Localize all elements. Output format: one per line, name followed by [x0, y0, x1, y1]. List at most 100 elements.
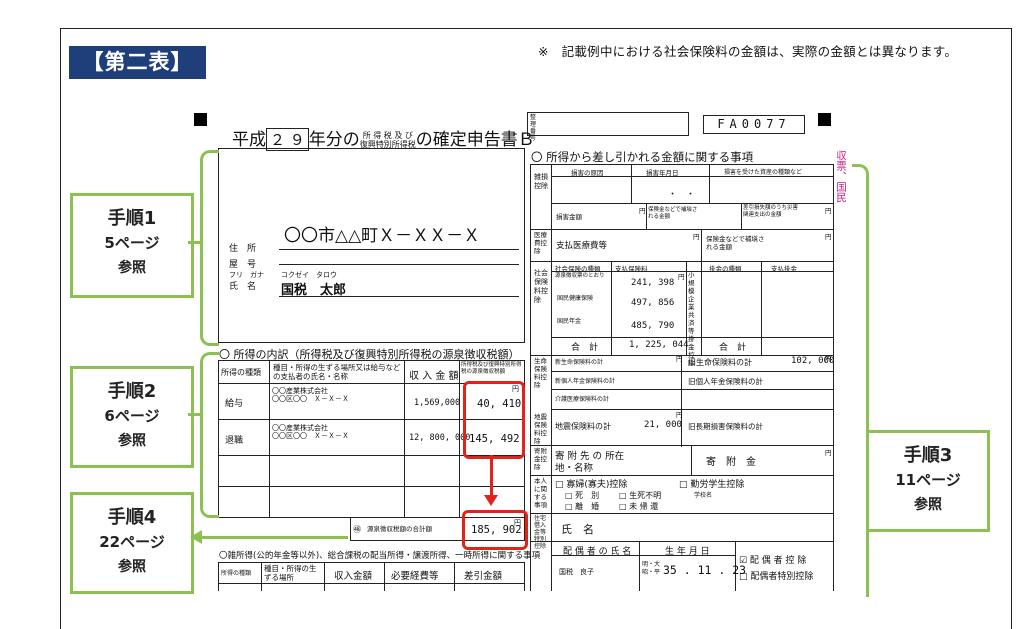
form-code: FA0077	[703, 115, 805, 134]
trade-name-label: 屋 号	[229, 260, 257, 270]
step3-bracket	[852, 164, 869, 597]
seimei-unit-2: 円	[825, 355, 832, 363]
zasson-hoken-label: 保険金などで補塡される金額	[648, 207, 698, 220]
step4-page: 22ページ	[99, 533, 165, 551]
row2-income: 12, 800, 000	[409, 433, 471, 443]
corner-marker	[194, 113, 207, 126]
shokibo-label: 小規模企業共済等掛金控除	[688, 271, 695, 367]
kafu-checkbox: □ 寡婦(寡夫)控除	[555, 480, 628, 490]
col-header-payer: 種目・所得の生ずる場所又は給与などの支払者の氏名・名称	[273, 363, 401, 381]
zasson-label: 雑損控除	[534, 173, 548, 190]
zasson-sashihiki-label: 差引損失額のうち災害関連支出の金額	[743, 205, 799, 218]
kaigo-label: 介護医療保険料の計	[555, 396, 610, 403]
section-badge: 【第二表】	[69, 46, 206, 79]
kyu-choki-label: 旧長期損害保険料の計	[688, 422, 763, 431]
jishin-unit: 円	[676, 411, 683, 419]
step4-arrow-line	[200, 536, 348, 539]
address-section: 〇〇市△△町Ｘ－ＸＸ－Ｘ 住 所 屋 号 フリ ガナ 氏 名 コクゼイ タロウ …	[218, 148, 525, 343]
step1-bracket	[200, 150, 219, 346]
kyu-kojin-label: 旧個人年金保険料の計	[688, 377, 763, 386]
col-header-type: 所得の種類	[221, 368, 261, 377]
haigusha-kojo-checkbox: ☑ 配 偶 者 控 除	[739, 556, 807, 566]
shakai-row3-kind: 国民年金	[557, 318, 582, 325]
row2-place: 〇〇区〇〇 Ｘ－Ｘ－Ｘ	[272, 432, 349, 440]
misc-col-income: 収入金額	[334, 571, 373, 582]
jutaku-section-label: 住宅借入金等特別控除	[534, 515, 547, 550]
kifukin-label: 寄 附 金	[706, 457, 756, 468]
management-number-box: 整理番号	[527, 112, 689, 142]
disclaimer-note: ※ 記載例中における社会保険料の金額は、実際の金額とは異なります。	[538, 44, 958, 59]
haigusha-birth: 35 . 11 . 23	[663, 563, 747, 577]
step2-bracket	[200, 352, 219, 518]
shakai-total-label: 合 計	[571, 343, 599, 353]
col-header-income: 収 入 金 額	[409, 371, 459, 382]
shakai-label: 社会保険料控除	[534, 269, 548, 304]
misc-col-place: 種目・所得の生ずる場所	[264, 564, 317, 582]
col-header-tax: 所得税及び復興特別所得税の源泉徴収税額	[461, 362, 522, 375]
red-arrow-line	[490, 455, 493, 497]
shakai-row2-amount: 497, 856	[631, 298, 675, 308]
side-vertical-text: 第二表（平成二十九年分以降用）〇第二表は、第一表と一緒に提出してください。〇源泉…	[835, 150, 847, 203]
name-underline	[279, 296, 519, 297]
step1-callout: 手順1 5ページ 参照	[70, 193, 194, 298]
step4-arrow-head	[190, 530, 202, 544]
jishin-value: 21, 000	[644, 420, 682, 430]
seishi-checkbox: □ 生死不明	[619, 491, 662, 500]
zasson-unit-1: 円	[639, 207, 646, 215]
step1-page: 5ページ	[104, 234, 160, 252]
total-label: 源泉徴収税額の合計額	[367, 525, 432, 533]
kifu-unit: 円	[825, 449, 832, 457]
iryohi-unit-2: 円	[825, 233, 832, 241]
tax-highlight-box	[463, 381, 525, 459]
jishin-label: 地震保険料の計	[555, 422, 611, 431]
kinro-checkbox: □ 勤労学生控除	[679, 480, 745, 490]
misc-col-expense: 必要経費等	[391, 571, 439, 582]
name-label: 氏 名	[229, 282, 257, 292]
shimei-label: 氏 名	[561, 523, 594, 536]
shin-seimei-label: 新生命保険料の計	[555, 359, 604, 366]
step2-title: 手順2	[107, 381, 157, 402]
shakai-row1-amount: 241, 398	[631, 278, 675, 288]
title-small: 所 得 税 及 び復興特別所得税	[360, 131, 416, 149]
step4-callout: 手順4 22ページ 参照	[70, 492, 194, 594]
title-mid: 年分の	[308, 130, 360, 150]
trade-underline	[279, 264, 519, 265]
corner-marker	[818, 113, 831, 126]
kyu-seimei-label: 旧生命保険料の計	[688, 358, 752, 367]
deductions-table: 雑損控除 損害の原因 損害年月日 損害を受けた資産の種類など ・ ・ 損害金額 …	[530, 164, 834, 591]
address-value: 〇〇市△△町Ｘ－ＸＸ－Ｘ	[284, 226, 481, 246]
iryohi-hoten-label: 保険金などで補塡される金額	[706, 235, 765, 251]
seishi-label: 生死不明	[629, 491, 662, 500]
rikon-checkbox: □ 離 婚	[565, 502, 600, 511]
shakai-total: 1, 225, 044	[629, 340, 689, 350]
shiharai-iryohi-label: 支払医療費等	[556, 241, 608, 251]
address-underline	[279, 249, 519, 250]
title-prefix: 平成	[232, 130, 266, 150]
jishin-section-label: 地震保険料控除	[534, 413, 547, 445]
mikan-label: 未 帰 還	[629, 502, 659, 511]
honin-section-label: 本人に関する事項	[534, 477, 547, 509]
shibetsu-label: 死 別	[575, 491, 600, 500]
shibetsu-checkbox: □ 死 別	[565, 491, 600, 500]
step1-title: 手順1	[107, 208, 157, 229]
step1-connector	[188, 241, 200, 244]
step4-title: 手順4	[107, 507, 157, 528]
kinro-label: 勤労学生控除	[690, 480, 745, 490]
kifu-section-label: 寄附金控除	[534, 447, 547, 471]
step2-page: 6ページ	[104, 407, 160, 425]
title-small-1: 所 得 税 及 び	[362, 131, 413, 140]
step3-ref: 参照	[914, 497, 942, 513]
deductions-title: 〇 所得から差し引かれる金額に関する事項	[531, 150, 754, 164]
row1-place: 〇〇区〇〇 Ｘ－Ｘ－Ｘ	[272, 395, 349, 403]
gakkou-label: 学校名	[694, 492, 713, 499]
step2-ref: 参照	[118, 433, 146, 449]
zasson-h3: 損害を受けた資産の種類など	[724, 169, 803, 176]
shakai-row2-kind: 国民健康保険	[557, 295, 594, 302]
haigusha-tokubetsu-checkbox: □ 配偶者特別控除	[739, 572, 814, 582]
shakai-unit: 円	[678, 273, 685, 281]
step3-title: 手順3	[903, 445, 953, 466]
mikan-checkbox: □ 未 帰 還	[619, 502, 659, 511]
zasson-unit-2: 円	[825, 207, 832, 215]
row2-type: 退職	[225, 436, 244, 446]
total-number: ㊽	[353, 525, 361, 534]
